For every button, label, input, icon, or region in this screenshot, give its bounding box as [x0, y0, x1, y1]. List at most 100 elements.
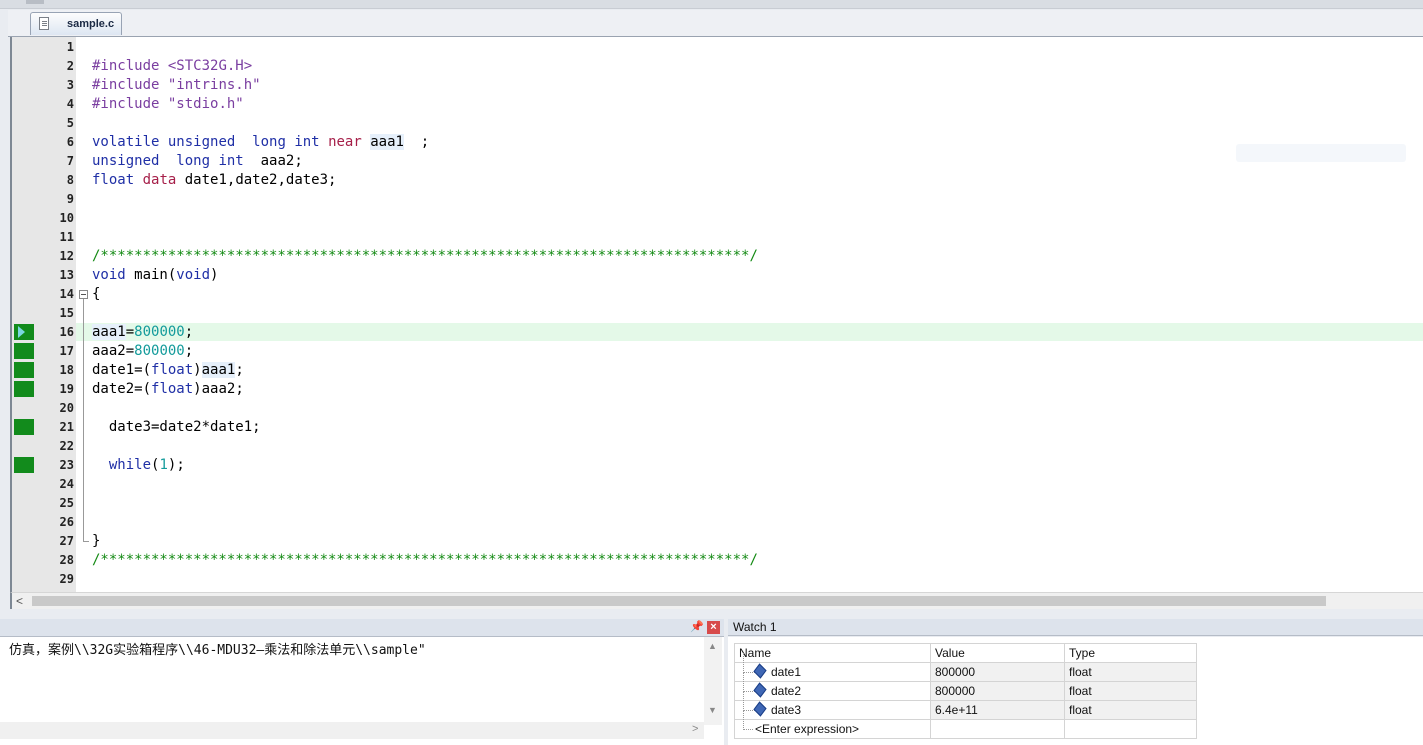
code-line[interactable]: } — [92, 532, 100, 551]
faded-tooltip — [1236, 144, 1406, 162]
watch-row-type: float — [1064, 700, 1197, 720]
watch-row-value[interactable]: 800000 — [930, 681, 1065, 701]
line-number: 5 — [66, 116, 74, 130]
coverage-marker — [14, 457, 34, 473]
line-number: 10 — [59, 211, 74, 225]
output-vertical-scrollbar[interactable]: ▲ ▼ — [704, 637, 722, 725]
editor-tab-bar: sample.c — [8, 10, 1423, 37]
line-number: 26 — [59, 515, 74, 529]
code-line[interactable]: date3=date2*date1; — [92, 418, 261, 437]
line-number: 29 — [59, 572, 74, 586]
line-number: 12 — [59, 249, 74, 263]
line-number: 24 — [59, 477, 74, 491]
output-pane[interactable]: 仿真，案例\\32G实验箱程序\\46-MDU32—乘法和除法单元\\sampl… — [0, 637, 724, 745]
tab-label: sample.c — [67, 18, 115, 30]
code-line[interactable]: date2=(float)aaa2; — [92, 380, 244, 399]
code-line[interactable]: #include "intrins.h" — [92, 76, 261, 95]
code-line[interactable]: { — [92, 285, 100, 304]
coverage-gutter[interactable] — [12, 37, 34, 592]
code-line[interactable]: aaa2=800000; — [92, 342, 193, 361]
top-toolbar-strip — [0, 0, 1423, 9]
line-number: 19 — [59, 382, 74, 396]
code-line[interactable]: volatile unsigned long int near aaa1 ; — [92, 133, 429, 152]
file-icon — [39, 17, 49, 30]
code-line[interactable]: aaa1=800000; — [92, 323, 193, 342]
line-number: 6 — [66, 135, 74, 149]
scroll-down-icon[interactable]: ▼ — [708, 705, 717, 715]
line-number: 2 — [66, 59, 74, 73]
line-number: 14 — [59, 287, 74, 301]
watch-row-name: date3 — [734, 691, 931, 720]
watch-row[interactable]: date1 800000 float — [734, 653, 1197, 682]
watch-row[interactable]: date2 800000 float — [734, 672, 1197, 701]
line-number: 15 — [59, 306, 74, 320]
line-number: 23 — [59, 458, 74, 472]
code-line[interactable]: void main(void) — [92, 266, 218, 285]
header-type[interactable]: Type — [1064, 643, 1197, 663]
watch-row-type: float — [1064, 662, 1197, 682]
line-number: 22 — [59, 439, 74, 453]
tab-sample-c[interactable]: sample.c — [30, 12, 122, 35]
code-line[interactable]: float data date1,date2,date3; — [92, 171, 336, 190]
coverage-marker — [14, 381, 34, 397]
watch-header-row: Name Value Type — [734, 643, 1197, 663]
line-number: 18 — [59, 363, 74, 377]
line-number: 27 — [59, 534, 74, 548]
line-number: 17 — [59, 344, 74, 358]
line-number: 9 — [66, 192, 74, 206]
watch-pane-title: Watch 1 — [728, 619, 1423, 636]
code-line[interactable]: #include <STC32G.H> — [92, 57, 252, 76]
header-name[interactable]: Name — [734, 643, 931, 663]
coverage-marker — [14, 419, 34, 435]
enter-expression-cell[interactable]: <Enter expression> — [734, 710, 931, 739]
line-number: 4 — [66, 97, 74, 111]
current-line-highlight — [76, 323, 1423, 341]
scroll-up-icon[interactable]: ▲ — [708, 641, 717, 651]
watch-table: Name Value Type date1 800000 float date2… — [734, 643, 1197, 739]
fold-guide — [83, 299, 84, 541]
line-number: 3 — [66, 78, 74, 92]
empty-type-cell — [1064, 719, 1197, 739]
line-number: 11 — [59, 230, 74, 244]
watch-row-name: date2 — [734, 672, 931, 701]
line-number: 20 — [59, 401, 74, 415]
watch-row-name: date1 — [734, 653, 931, 682]
watch-pane[interactable]: Name Value Type date1 800000 float date2… — [728, 637, 1423, 745]
close-icon[interactable]: × — [707, 621, 720, 634]
variable-icon — [753, 682, 767, 698]
watch-row-value[interactable]: 6.4e+11 — [930, 700, 1065, 720]
code-line[interactable]: date1=(float)aaa1; — [92, 361, 244, 380]
code-line[interactable]: /***************************************… — [92, 551, 758, 570]
code-line[interactable]: /***************************************… — [92, 247, 758, 266]
coverage-marker — [14, 362, 34, 378]
fold-end — [83, 541, 89, 542]
pin-icon[interactable]: 📌 — [690, 621, 704, 634]
code-line[interactable]: unsigned long int aaa2; — [92, 152, 303, 171]
line-number: 21 — [59, 420, 74, 434]
empty-value-cell — [930, 719, 1065, 739]
line-number: 25 — [59, 496, 74, 510]
pane-splitter[interactable] — [0, 609, 1423, 619]
header-value[interactable]: Value — [930, 643, 1065, 663]
fold-collapse-icon[interactable] — [79, 290, 88, 299]
output-horizontal-scrollbar[interactable]: > — [0, 722, 704, 739]
line-number: 16 — [59, 325, 74, 339]
code-line[interactable]: #include "stdio.h" — [92, 95, 244, 114]
scroll-left-icon[interactable]: < — [16, 593, 23, 609]
toolbar-handle[interactable] — [26, 0, 44, 4]
line-number: 1 — [66, 40, 74, 54]
watch-row-type: float — [1064, 681, 1197, 701]
execution-arrow-icon — [18, 326, 25, 338]
watch-enter-row[interactable]: <Enter expression> — [734, 710, 1197, 739]
scroll-thumb[interactable] — [32, 596, 1326, 606]
variable-icon — [753, 701, 767, 717]
scroll-right-icon[interactable]: > — [692, 723, 698, 735]
line-number: 7 — [66, 154, 74, 168]
watch-row-value[interactable]: 800000 — [930, 662, 1065, 682]
editor-horizontal-scrollbar[interactable]: < — [10, 592, 1423, 609]
code-editor[interactable]: 1 2 #include <STC32G.H> 3 #include "intrins.… — [10, 37, 1423, 592]
output-pane-titlebar: 📌 × — [0, 619, 724, 637]
watch-row[interactable]: date3 6.4e+11 float — [734, 691, 1197, 720]
line-number: 28 — [59, 553, 74, 567]
code-line[interactable]: while(1); — [92, 456, 185, 475]
